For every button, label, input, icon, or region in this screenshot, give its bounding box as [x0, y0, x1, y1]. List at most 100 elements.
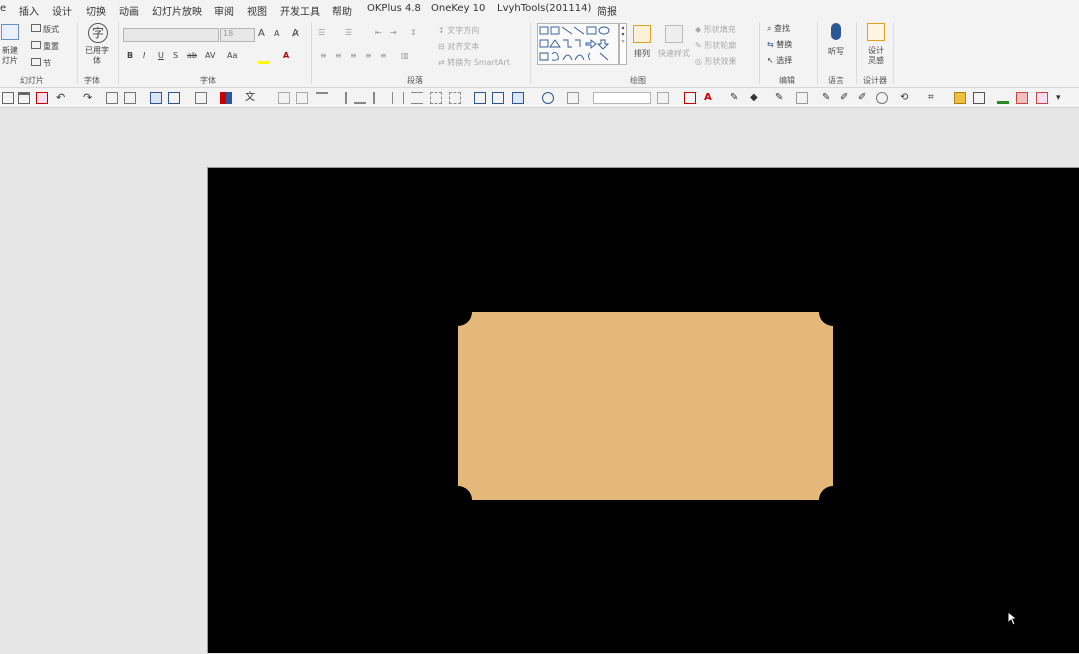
menu-okplus[interactable]: OKPlus 4.8 [367, 3, 421, 14]
shadow-button[interactable]: S [173, 51, 178, 60]
style-combobox[interactable] [593, 92, 651, 104]
outline-pen-icon[interactable]: ✎ [775, 92, 787, 104]
strikethrough-button[interactable]: ab [187, 51, 197, 60]
quick-styles-button[interactable]: 快速样式 [658, 48, 690, 59]
close-icon[interactable] [36, 92, 48, 104]
menu-lvyhtools[interactable]: LvyhTools(201114) [497, 3, 591, 14]
menu-animations[interactable]: 动画 [119, 3, 139, 18]
customize-toolbar-icon[interactable]: ▾ [1056, 92, 1068, 104]
clear-format-icon[interactable]: A̷ [292, 28, 299, 39]
crop-icon[interactable] [492, 92, 504, 104]
menu-view[interactable]: 视图 [247, 3, 267, 18]
replace-button[interactable]: ⇆ 替换 [767, 39, 792, 50]
reset-button[interactable]: 重置 [43, 41, 59, 52]
crop-alt-icon[interactable]: ⌗ [928, 92, 940, 104]
menu-transitions[interactable]: 切换 [86, 3, 106, 18]
smartart-button[interactable]: ⇄ 转换为 SmartArt [438, 57, 510, 68]
distribute-v-icon[interactable] [449, 92, 461, 104]
font-size-combobox[interactable]: 18 [220, 28, 255, 42]
grow-font-button[interactable]: A [258, 28, 265, 39]
ticket-shape[interactable] [208, 168, 1079, 654]
designer-button[interactable]: 设计 灵感 [868, 46, 884, 66]
shape-outline-button[interactable]: ✎ 形状轮廓 [695, 40, 736, 51]
menu-brief[interactable]: 简报 [597, 3, 617, 18]
brush-alt-icon[interactable]: ✐ [858, 92, 870, 104]
font-name-combobox[interactable] [123, 28, 219, 42]
layout-grid-icon[interactable] [168, 92, 180, 104]
picture-icon[interactable] [684, 92, 696, 104]
italic-button[interactable]: I [143, 51, 145, 60]
align-bottom-icon[interactable] [354, 92, 366, 104]
redo-icon[interactable]: ↷ [83, 92, 95, 104]
highlight-icon[interactable] [258, 61, 270, 64]
line-spacing-icon[interactable]: ↕ [410, 28, 417, 37]
rotate-icon[interactable]: ⟲ [900, 92, 912, 104]
align-right-icon[interactable]: ≡ [350, 51, 357, 60]
underline-button[interactable]: U [158, 51, 164, 60]
new-slide-button[interactable]: 新建 灯片 [2, 46, 18, 66]
shape-fill-button[interactable]: ◆ 形状填充 [695, 24, 736, 35]
text-direction-button[interactable]: ↕ 文字方向 [438, 25, 479, 36]
align-left-icon[interactable]: ≡ [320, 51, 327, 60]
align-middle-icon[interactable] [392, 92, 404, 104]
arrange-button[interactable]: 排列 [634, 48, 650, 59]
new-slide-icon[interactable] [1, 24, 19, 40]
bold-button[interactable]: B [127, 51, 133, 60]
menu-review[interactable]: 审阅 [214, 3, 234, 18]
slide[interactable] [207, 167, 1079, 653]
shapes-scroll[interactable]: ▴ ▾ ▿ [619, 23, 627, 65]
shape-format-icon[interactable] [567, 92, 579, 104]
decrease-indent-icon[interactable]: ⇤ [375, 28, 382, 37]
menu-insert[interactable]: 插入 [19, 3, 39, 18]
pen-icon[interactable]: ✎ [822, 92, 834, 104]
designer-icon[interactable] [867, 23, 885, 41]
size-icon[interactable] [657, 92, 669, 104]
red-box-icon[interactable] [1016, 92, 1028, 104]
highlight-shape-icon[interactable] [954, 92, 966, 104]
shapes-gallery[interactable] [537, 23, 619, 65]
microphone-icon[interactable] [831, 23, 841, 40]
char-spacing-button[interactable]: AV [205, 51, 215, 60]
align-text-button[interactable]: ⊟ 对齐文本 [438, 41, 479, 52]
align-center-icon[interactable]: ≡ [335, 51, 342, 60]
fill-icon[interactable]: ◆ [750, 92, 762, 104]
menu-onekey[interactable]: OneKey 10 [431, 3, 485, 14]
menu-slideshow[interactable]: 幻灯片放映 [152, 3, 202, 18]
shape-merge-icon[interactable] [542, 92, 554, 104]
menu-design[interactable]: 设计 [52, 3, 72, 18]
brush-icon[interactable]: ✐ [840, 92, 852, 104]
find-button[interactable]: ⌕ 查找 [767, 23, 790, 34]
color-icon[interactable] [220, 92, 232, 104]
used-font-icon[interactable]: 字 [88, 23, 108, 43]
open-icon[interactable] [18, 92, 30, 104]
change-case-button[interactable]: Aa [227, 51, 237, 60]
numbering-icon[interactable]: ☰ [345, 28, 352, 37]
used-font-button[interactable]: 已用字 体 [85, 46, 109, 66]
save-icon[interactable] [2, 92, 14, 104]
group-icon[interactable] [278, 92, 290, 104]
present-icon[interactable] [106, 92, 118, 104]
arrange-icon[interactable] [633, 25, 651, 43]
align-right-icon[interactable] [335, 92, 347, 104]
dictate-button[interactable]: 听写 [828, 46, 844, 57]
columns-icon[interactable]: ▥ [401, 51, 409, 60]
textbox-icon[interactable] [195, 92, 207, 104]
select-button[interactable]: ↖ 选择 [767, 55, 792, 66]
section-button[interactable]: 节 [43, 58, 51, 69]
present-current-icon[interactable] [124, 92, 136, 104]
font-color-icon[interactable]: A [283, 51, 289, 60]
shrink-font-button[interactable]: A [274, 29, 279, 38]
font-color-icon[interactable]: A [704, 92, 716, 104]
align-center-icon[interactable] [411, 92, 423, 104]
distribute-h-icon[interactable] [430, 92, 442, 104]
green-bar-icon[interactable] [997, 92, 1009, 104]
undo-icon[interactable]: ↶ [56, 92, 68, 104]
bullets-icon[interactable]: ☰ [318, 28, 325, 37]
ungroup-icon[interactable] [296, 92, 308, 104]
quick-styles-icon[interactable] [665, 25, 683, 43]
distribute-icon[interactable]: ≡ [380, 51, 387, 60]
outline-icon[interactable] [796, 92, 808, 104]
menu-file-partial[interactable]: e [0, 3, 6, 14]
fit-icon[interactable] [973, 92, 985, 104]
layout-button[interactable]: 版式 [43, 24, 59, 35]
